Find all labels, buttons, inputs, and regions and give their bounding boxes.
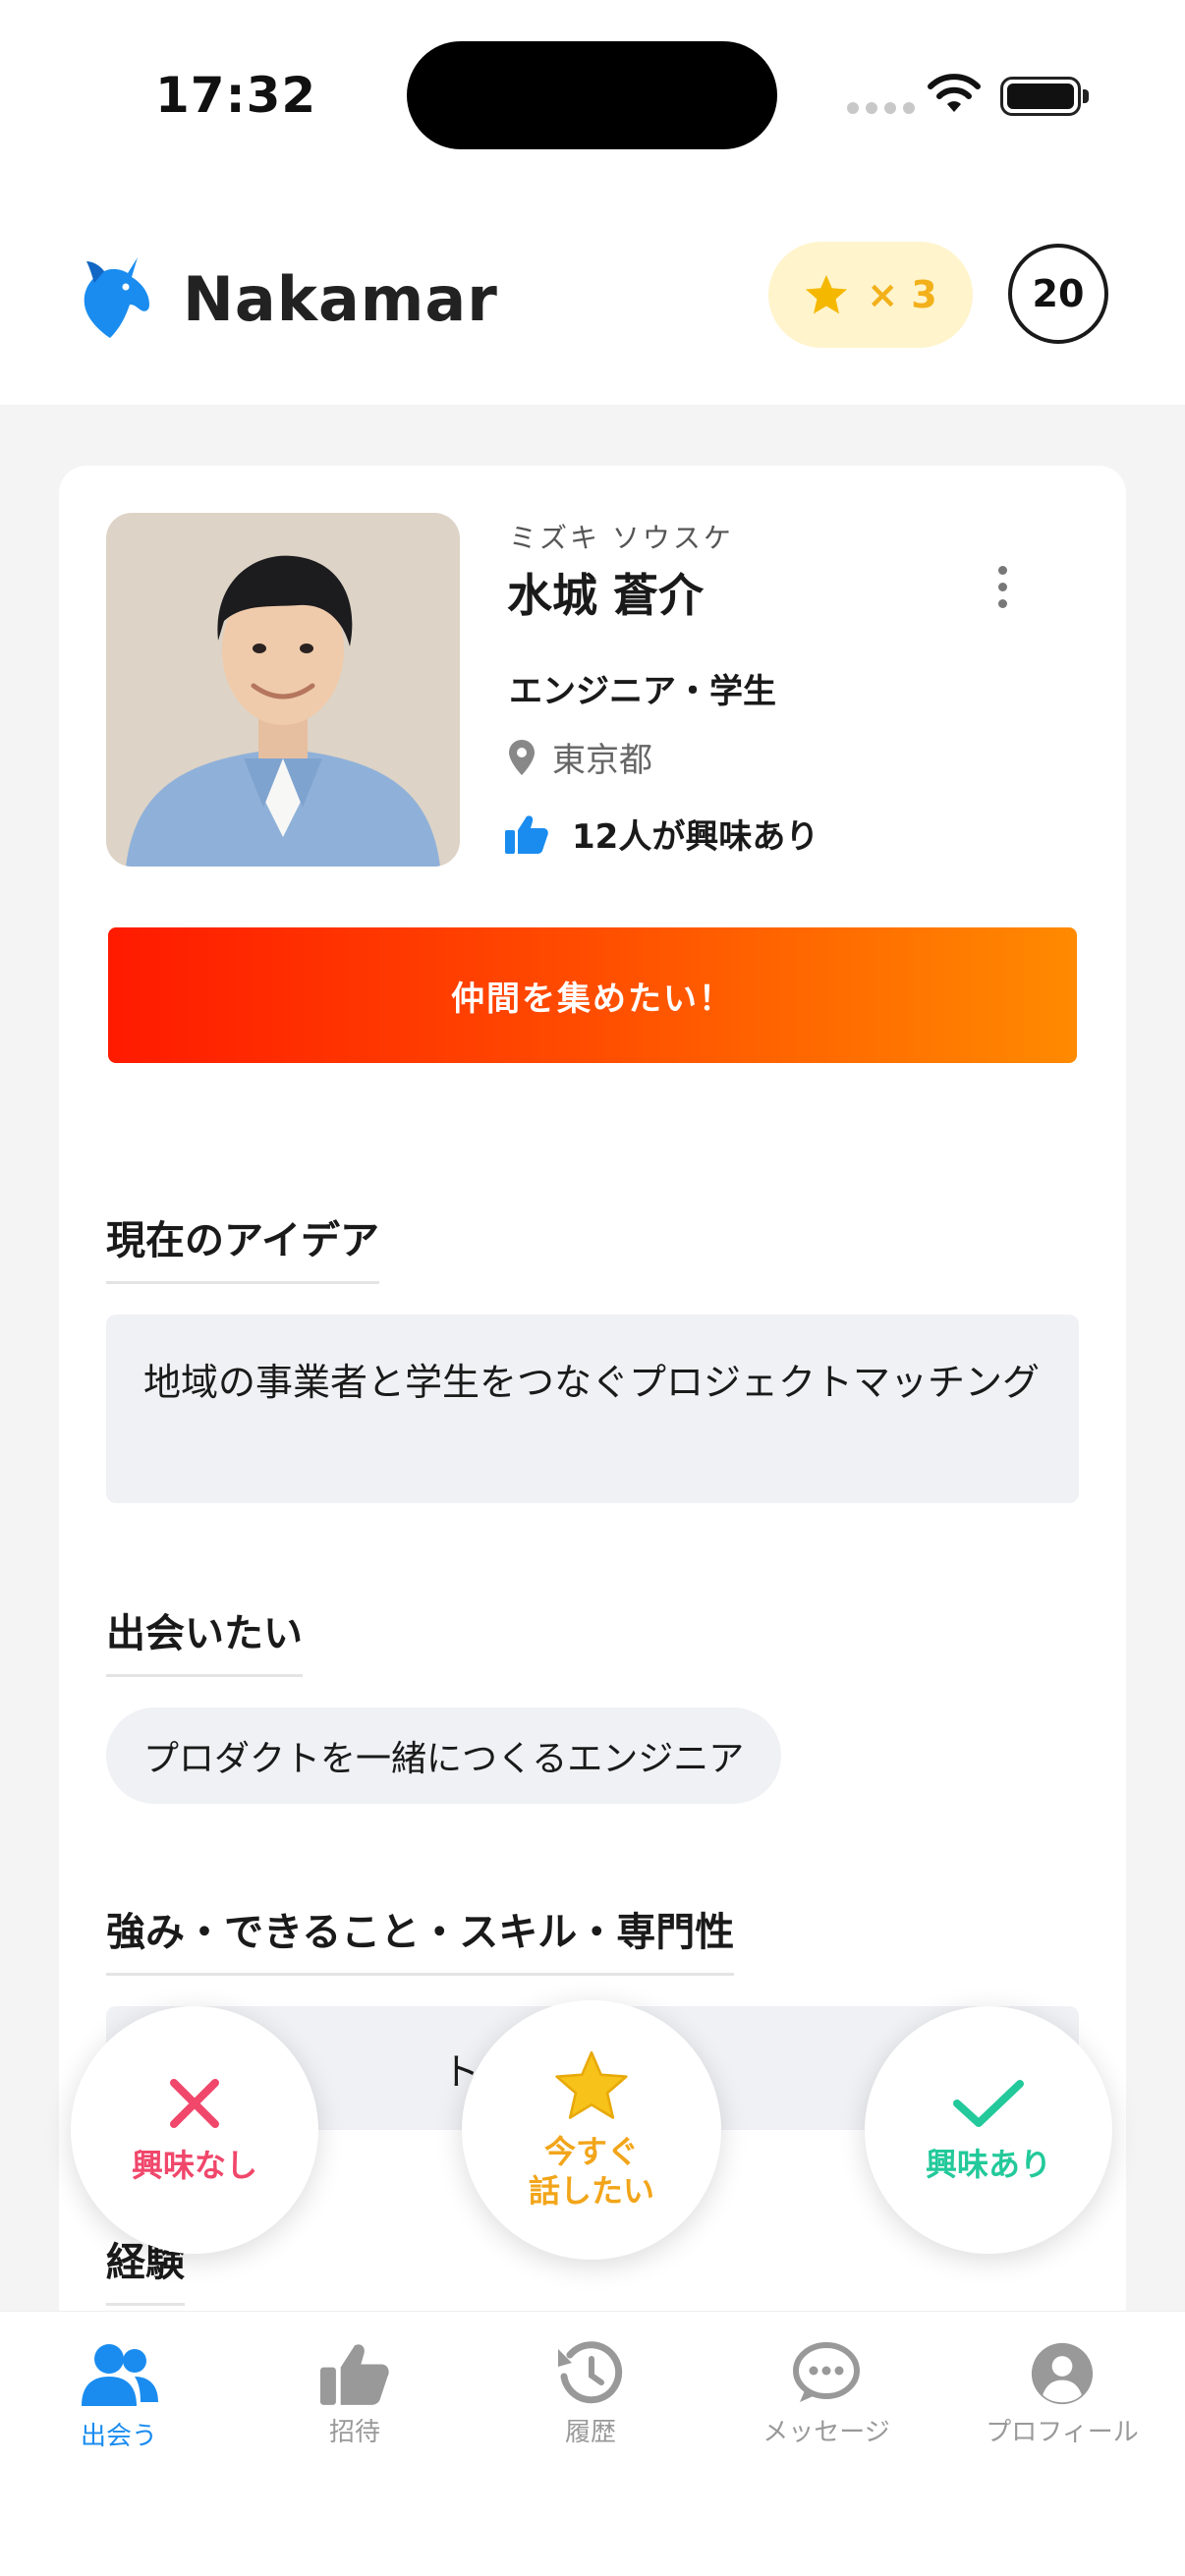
talk-now-line1: 今すぐ [543,2133,639,2170]
talk-now-line2: 話したい [528,2172,654,2210]
idea-text-box: 地域の事業者と学生をつなぐプロジェクトマッチング [106,1315,1079,1503]
unicorn-logo-icon [84,257,149,338]
not-interested-label: 興味なし [131,2147,257,2184]
tab-label-invite: 招待 [328,2418,380,2447]
tab-label-messages: メッセージ [762,2418,890,2447]
meet-chip: プロダクトを一緒につくるエンジニア [106,1708,782,1804]
interested-button[interactable]: 興味あり [865,2006,1112,2254]
talk-now-label: 今すぐ 話したい [529,2132,654,2211]
tab-label-profile: プロフィール [986,2418,1139,2447]
tab-messages[interactable]: メッセージ [708,2341,944,2448]
tab-invite[interactable]: 招待 [237,2341,473,2448]
battery-icon [1000,77,1081,116]
battery-cap [1083,89,1089,103]
location-pin-icon [509,739,535,775]
thumbs-up-icon [505,814,548,854]
not-interested-button[interactable]: 興味なし [71,2006,318,2254]
tab-label-meet: 出会う [80,2422,157,2451]
app-title: Nakamar [183,263,498,335]
tab-profile[interactable]: プロフィール [944,2341,1180,2448]
occupation: エンジニア・学生 [509,672,776,711]
talk-now-button[interactable]: 今すぐ 話したい [462,2000,721,2260]
status-bar: 17:32 [0,0,1185,187]
star-balance-pill[interactable]: × 3 [768,242,973,348]
app-header: Nakamar × 3 20 [0,187,1185,405]
remaining-count-badge[interactable]: 20 [1008,244,1108,344]
checkmark-icon [953,2080,1024,2127]
tab-label-history: 履歴 [564,2418,616,2447]
skills-section-title: 強み・できること・スキル・専門性 [106,1900,735,1976]
profile-icon [1031,2342,1094,2405]
star-count: × 3 [867,273,937,316]
interested-label: 興味あり [925,2146,1051,2183]
interest-text: 12人が興味あり [572,817,819,857]
name-kana: ミズキ ソウスケ [509,522,734,554]
signal-icon [847,102,915,114]
cta-banner: 仲間を集めたい！ [108,927,1077,1063]
tab-meet[interactable]: 出会う [1,2341,237,2452]
idea-section-title: 現在のアイデア [106,1208,379,1284]
star-icon [806,274,848,314]
status-time: 17:32 [155,67,317,124]
interest-count: 12人が興味あり [505,810,818,858]
wifi-icon [928,74,981,112]
close-icon [170,2079,219,2128]
tab-history[interactable]: 履歴 [473,2341,708,2448]
dynamic-island [407,41,777,149]
profile-photo [106,513,460,867]
star-icon [555,2050,628,2119]
people-icon [82,2344,158,2406]
bottom-tab-bar: 出会う 招待 履歴 メッセージ プロフィール [0,2311,1185,2576]
thumbs-up-icon [320,2344,389,2405]
more-options-icon[interactable] [992,560,1013,614]
message-icon [793,2342,860,2402]
location-text: 東京都 [552,741,652,780]
profile-name: 水城 蒼介 [507,569,705,622]
location: 東京都 [509,733,652,781]
history-icon [558,2341,623,2404]
meet-section-title: 出会いたい [106,1601,303,1677]
